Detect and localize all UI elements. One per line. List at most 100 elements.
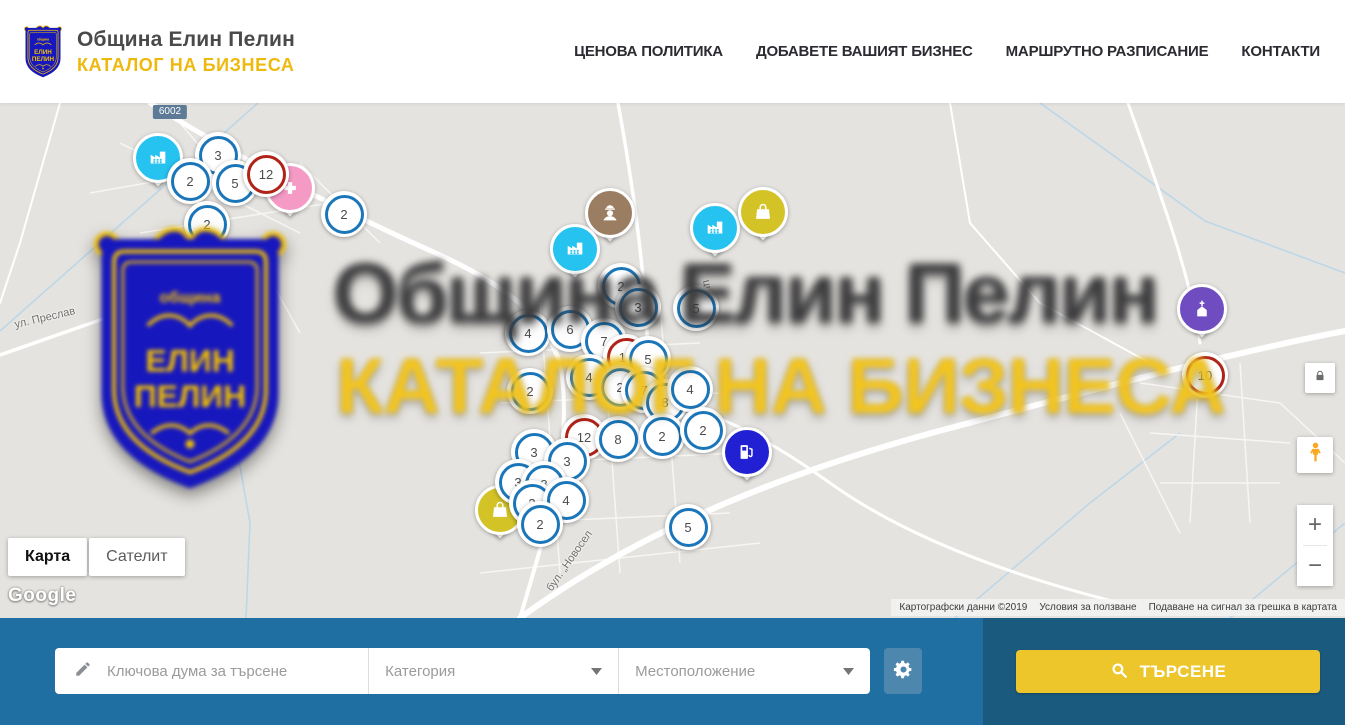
cluster-count: 5: [684, 520, 691, 535]
cluster-marker[interactable]: 8: [595, 416, 641, 462]
nav-item-3[interactable]: МАРШРУТНО РАЗПИСАНИЕ: [1006, 43, 1209, 60]
attribution-terms-link[interactable]: Условия за ползване: [1039, 602, 1136, 613]
cluster-ring: 4: [671, 370, 710, 409]
keyword-field[interactable]: [55, 648, 368, 694]
cluster-marker[interactable]: 10: [1182, 352, 1228, 398]
cluster-count: 2: [658, 429, 665, 444]
site-title: Община Елин Пелин: [77, 28, 295, 52]
cluster-ring: 8: [599, 420, 638, 459]
cluster-ring: 2: [188, 205, 227, 244]
cluster-count: 3: [563, 454, 570, 469]
factory-pin-marker[interactable]: [550, 224, 600, 286]
cluster-marker[interactable]: 12: [243, 151, 289, 197]
cluster-ring: 3: [619, 288, 658, 327]
cluster-marker[interactable]: 5: [673, 285, 719, 331]
keyword-input[interactable]: [105, 662, 339, 681]
search-button[interactable]: ТЪРСЕНЕ: [1016, 650, 1320, 693]
cluster-count: 2: [699, 423, 706, 438]
cluster-count: 4: [686, 382, 693, 397]
page: община ЕЛИН ПЕЛИН Община Елин Пелин КАТА…: [0, 0, 1345, 725]
cluster-marker[interactable]: 2: [184, 201, 230, 247]
site-subtitle: КАТАЛОГ НА БИЗНЕСА: [77, 55, 295, 76]
cluster-marker[interactable]: 2: [507, 368, 553, 414]
cluster-ring: 2: [171, 162, 210, 201]
cluster-count: 4: [585, 370, 592, 385]
attribution-report-link[interactable]: Подаване на сигнал за грешка в картата: [1149, 602, 1337, 613]
map-type-map-button[interactable]: Карта: [8, 538, 87, 576]
pegman-control[interactable]: [1297, 437, 1333, 473]
cluster-count: 2: [203, 217, 210, 232]
cluster-count: 4: [524, 326, 531, 341]
cluster-marker[interactable]: 2: [321, 191, 367, 237]
cluster-count: 8: [614, 432, 621, 447]
cluster-count: 3: [530, 445, 537, 460]
factory-icon: [690, 203, 740, 253]
cluster-count: 3: [214, 148, 221, 163]
cluster-count: 6: [566, 322, 573, 337]
map-type-control: Карта Сателит: [8, 538, 185, 576]
cluster-count: 10: [1198, 368, 1212, 383]
cluster-marker[interactable]: 3: [615, 284, 661, 330]
chevron-down-icon: [591, 662, 602, 680]
fuel-pin-marker[interactable]: [722, 427, 772, 489]
nav-item-1[interactable]: ЦЕНОВА ПОЛИТИКА: [574, 43, 723, 60]
brand-logo[interactable]: община ЕЛИН ПЕЛИН Община Елин Пелин КАТА…: [20, 24, 295, 80]
cluster-marker[interactable]: 4: [667, 366, 713, 412]
cluster-marker[interactable]: 2: [680, 407, 726, 453]
svg-text:община: община: [37, 37, 49, 41]
pencil-icon: [74, 660, 92, 683]
cluster-count: 2: [526, 384, 533, 399]
shopping-pin-marker[interactable]: [738, 187, 788, 249]
pegman-icon: [1304, 441, 1327, 469]
cluster-ring: 2: [325, 195, 364, 234]
cluster-ring: 5: [677, 289, 716, 328]
church-pin-marker[interactable]: [1177, 284, 1227, 346]
map-canvas[interactable]: 6002 ул. Преславбул. „Новоселции" 325122…: [0, 103, 1345, 618]
main-nav: ЦЕНОВА ПОЛИТИКА ДОБАВЕТЕ ВАШИЯТ БИЗНЕС МАР…: [574, 0, 1320, 103]
gear-icon: [893, 659, 914, 683]
cluster-marker[interactable]: 2: [167, 158, 213, 204]
factory-pin-marker[interactable]: [690, 203, 740, 265]
church-icon: [1177, 284, 1227, 334]
cluster-ring: 12: [247, 155, 286, 194]
cluster-count: 5: [692, 301, 699, 316]
cluster-ring: 2: [643, 417, 682, 456]
cluster-ring: 2: [684, 411, 723, 450]
cluster-count: 2: [536, 517, 543, 532]
marker-layer: 3251222235467135242784128223338342510: [0, 103, 1345, 618]
svg-text:ПЕЛИН: ПЕЛИН: [32, 56, 55, 63]
search-icon: [1110, 661, 1129, 683]
factory-icon: [550, 224, 600, 274]
search-button-label: ТЪРСЕНЕ: [1140, 662, 1227, 682]
brand-text: Община Елин Пелин КАТАЛОГ НА БИЗНЕСА: [77, 28, 295, 76]
cluster-count: 5: [231, 176, 238, 191]
location-select-value: Местоположение: [635, 663, 755, 680]
map-attribution: Картографски данни ©2019 Условия за полз…: [891, 599, 1345, 616]
cluster-ring: 5: [669, 508, 708, 547]
cluster-count: 3: [634, 300, 641, 315]
cluster-ring: 4: [509, 314, 548, 353]
category-select-value: Категория: [385, 663, 455, 680]
cluster-marker[interactable]: 4: [505, 310, 551, 356]
map-type-satellite-button[interactable]: Сателит: [89, 538, 184, 576]
cluster-count: 2: [340, 207, 347, 222]
google-logo[interactable]: Google: [8, 585, 76, 607]
header: община ЕЛИН ПЕЛИН Община Елин Пелин КАТА…: [0, 0, 1345, 103]
location-select[interactable]: Местоположение: [619, 648, 870, 694]
zoom-out-button[interactable]: −: [1297, 546, 1333, 586]
nav-item-2[interactable]: ДОБАВЕТЕ ВАШИЯТ БИЗНЕС: [756, 43, 973, 60]
cluster-marker[interactable]: 2: [639, 413, 685, 459]
cluster-count: 5: [644, 352, 651, 367]
category-select[interactable]: Категория: [369, 648, 618, 694]
lock-button[interactable]: [1305, 363, 1335, 393]
cluster-marker[interactable]: 2: [517, 501, 563, 547]
cluster-ring: 2: [521, 505, 560, 544]
cluster-ring: 2: [511, 372, 550, 411]
zoom-control: + −: [1297, 505, 1333, 586]
zoom-in-button[interactable]: +: [1297, 505, 1333, 545]
svg-text:ЕЛИН: ЕЛИН: [34, 49, 52, 56]
attribution-copyright: Картографски данни ©2019: [899, 602, 1027, 613]
cluster-marker[interactable]: 5: [665, 504, 711, 550]
advanced-settings-button[interactable]: [884, 648, 922, 694]
nav-item-4[interactable]: КОНТАКТИ: [1241, 43, 1320, 60]
